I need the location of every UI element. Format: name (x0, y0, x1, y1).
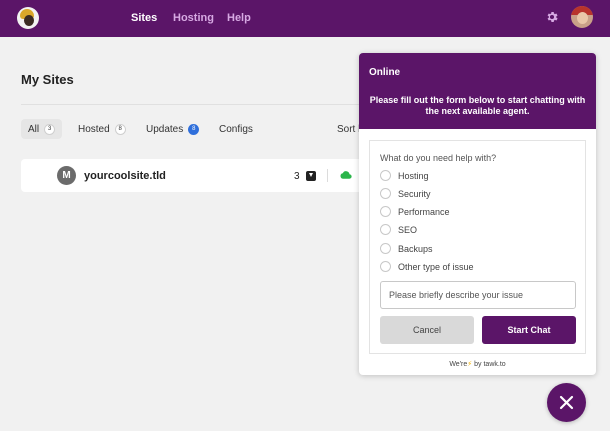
chat-header: Online Please fill out the form below to… (359, 53, 596, 129)
divider (21, 104, 361, 105)
filter-updates-count: 8 (188, 123, 200, 135)
nav-hosting[interactable]: Hosting (173, 12, 214, 24)
site-avatar: M (57, 166, 76, 185)
filter-all[interactable]: All 3 (21, 119, 63, 139)
site-update-count: 3 (294, 171, 300, 182)
chat-widget: Online Please fill out the form below to… (359, 53, 596, 375)
user-avatar[interactable] (571, 6, 593, 28)
powered-by-link[interactable]: We're⚡ by tawk.to (359, 360, 596, 368)
close-icon (559, 395, 574, 410)
top-bar: Sites Hosting Help (0, 0, 610, 37)
site-row[interactable]: M yourcoolsite.tld 3 (21, 159, 366, 192)
site-name[interactable]: yourcoolsite.tld (84, 170, 166, 182)
divider (327, 169, 328, 182)
download-icon[interactable] (306, 171, 316, 181)
page-title: My Sites (21, 72, 74, 87)
radio[interactable] (380, 170, 391, 181)
close-chat-button[interactable] (547, 383, 586, 422)
radio[interactable] (380, 224, 391, 235)
radio[interactable] (380, 243, 391, 254)
filter-hosted[interactable]: Hosted 8 (71, 119, 133, 139)
question-label: What do you need help with? (380, 153, 497, 163)
chat-subtitle: Please fill out the form below to start … (369, 95, 586, 116)
nav-sites[interactable]: Sites (131, 12, 157, 24)
start-chat-button[interactable]: Start Chat (482, 316, 576, 344)
option-performance[interactable]: Performance (380, 206, 450, 217)
option-other[interactable]: Other type of issue (380, 261, 474, 272)
filter-hosted-count: 8 (114, 123, 126, 135)
radio[interactable] (380, 188, 391, 199)
cloud-icon (340, 171, 352, 179)
filter-all-count: 3 (44, 123, 56, 135)
gear-icon[interactable] (545, 10, 559, 24)
chat-status: Online (369, 67, 401, 78)
option-backups[interactable]: Backups (380, 243, 433, 254)
option-security[interactable]: Security (380, 188, 431, 199)
filter-updates[interactable]: Updates 8 (139, 119, 206, 139)
radio[interactable] (380, 261, 391, 272)
bolt-icon: ⚡ (467, 361, 473, 368)
filter-configs[interactable]: Configs (212, 119, 260, 139)
logo-avatar[interactable] (17, 7, 39, 29)
issue-description-input[interactable] (380, 281, 576, 309)
cancel-button[interactable]: Cancel (380, 316, 474, 344)
nav-help[interactable]: Help (227, 12, 251, 24)
option-seo[interactable]: SEO (380, 224, 417, 235)
radio[interactable] (380, 206, 391, 217)
option-hosting[interactable]: Hosting (380, 170, 429, 181)
chat-form: What do you need help with? Hosting Secu… (369, 140, 586, 354)
